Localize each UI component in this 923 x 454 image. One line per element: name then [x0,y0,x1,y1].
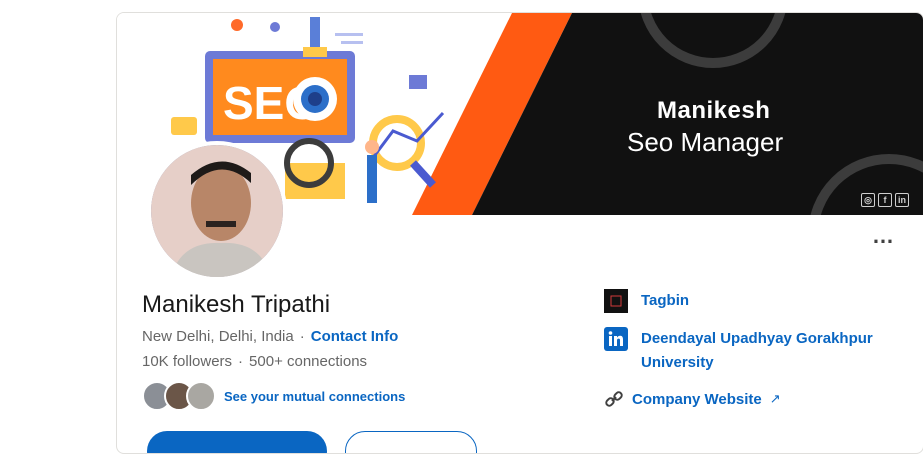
profile-stats: 10K followers · 500+ connections [142,353,367,370]
mutual-avatars [142,381,216,411]
banner-social-icons: ◎ f in [861,193,909,207]
external-link-icon: ↗ [769,391,781,406]
location-separator: · [299,328,305,345]
company-website-link[interactable]: Company Website [632,391,762,408]
profile-actions [147,431,477,453]
secondary-action-button[interactable] [345,431,477,453]
profile-card: SEO Manikesh Seo Manager ◎ f in … Manike… [116,12,923,454]
avatar-photo [151,145,283,277]
education-row[interactable]: Deendayal Upadhyay Gorakhpur University [604,327,901,375]
primary-action-button[interactable] [147,431,327,453]
education-name[interactable]: Deendayal Upadhyay Gorakhpur University [641,327,901,375]
mutual-avatar [186,381,216,411]
linkedin-school-icon [604,327,628,351]
profile-avatar[interactable] [147,141,287,281]
tagbin-logo-icon [604,289,628,313]
more-icon[interactable]: … [872,225,895,247]
company-website-row[interactable]: Company Website ↗ [604,389,901,409]
link-icon [605,391,623,407]
followers-count: 10K followers [142,353,233,370]
mutual-connections-link[interactable]: See your mutual connections [224,389,405,404]
contact-info-link[interactable]: Contact Info [311,328,399,345]
banner-role: Seo Manager [627,127,784,157]
linkedin-icon: in [895,193,909,207]
profile-location: New Delhi, Delhi, India [142,328,294,345]
company-name[interactable]: Tagbin [641,289,689,313]
profile-location-row: New Delhi, Delhi, India · Contact Info [142,328,398,345]
banner-name: Manikesh [657,97,771,124]
profile-name: Manikesh Tripathi [142,291,331,318]
profile-sidebar: Tagbin Deendayal Upadhyay Gorakhpur Univ… [604,289,901,409]
instagram-icon: ◎ [861,193,875,207]
facebook-icon: f [878,193,892,207]
mutual-connections[interactable]: See your mutual connections [142,381,405,411]
company-row[interactable]: Tagbin [604,289,901,313]
connections-count[interactable]: 500+ connections [249,353,367,370]
stats-separator: · [238,353,244,370]
